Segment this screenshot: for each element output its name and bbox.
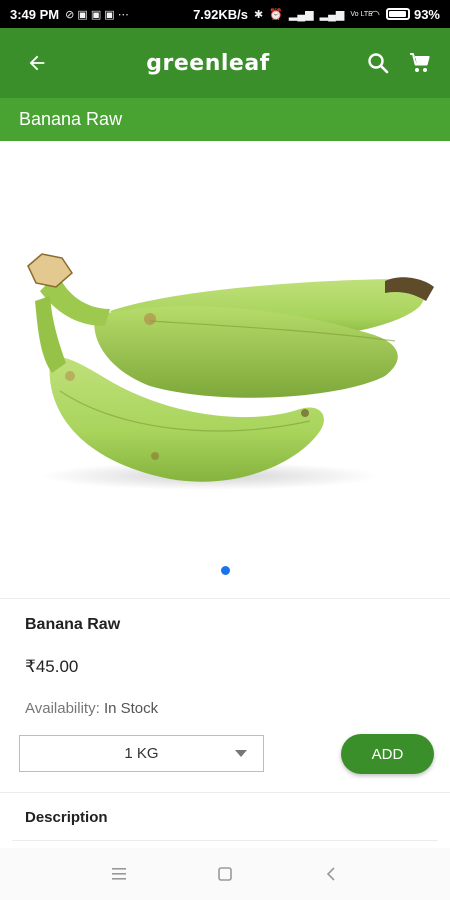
back-chevron-icon[interactable] [317, 860, 345, 888]
page-title-text: Banana Raw [19, 109, 123, 129]
banana-raw-image[interactable] [0, 141, 450, 561]
availability: Availability: In Stock [25, 700, 158, 717]
signal-icon-2: ▂▄▆ [319, 8, 345, 21]
description-title[interactable]: Description [25, 809, 108, 826]
battery-indicator: 93% [385, 6, 440, 22]
wifi-icon: ◠ [370, 8, 380, 21]
app-bar: greenleaf [0, 28, 450, 98]
battery-icon [385, 8, 410, 20]
status-bar: 3:49 PM ⊘ ▣ ▣ ▣ ⋯ 7.92KB/s ✱ ⏰ ▂▄▆ ▂▄▆ V… [0, 0, 450, 28]
alarm-icon: ⏰ [269, 8, 283, 21]
product-price: ₹45.00 [25, 657, 79, 676]
availability-label: Availability: [25, 700, 100, 717]
brand-logo: greenleaf [146, 50, 270, 76]
menu-icon[interactable] [105, 860, 133, 888]
arrow-left-icon[interactable] [22, 48, 52, 78]
divider [0, 598, 450, 599]
bluetooth-icon: ✱ [254, 8, 264, 21]
network-speed: 7.92KB/s [193, 6, 248, 22]
add-to-cart-button[interactable]: ADD [341, 734, 434, 774]
app-bar-actions [364, 49, 434, 77]
battery-percent: 93% [413, 6, 440, 22]
product-name: Banana Raw [25, 616, 121, 633]
signal-icon: ▂▄▆ [288, 8, 314, 21]
notification-icons: ⊘ ▣ ▣ ▣ ⋯ [65, 8, 129, 21]
quantity-selected: 1 KG [124, 745, 159, 762]
cart-icon[interactable] [406, 49, 434, 77]
page-title: Banana Raw [0, 98, 450, 141]
availability-value: In Stock [103, 700, 159, 717]
carousel-dot-active[interactable] [220, 566, 230, 575]
divider [12, 840, 438, 841]
quantity-select[interactable]: 1 KG [19, 735, 264, 772]
volte-badge: Vo LTE [350, 10, 373, 18]
system-nav-bar [0, 848, 450, 900]
home-square-icon[interactable] [211, 860, 239, 888]
image-carousel-dots [0, 566, 450, 575]
divider [0, 792, 450, 793]
status-time: 3:49 PM [10, 6, 60, 22]
battery-fill [388, 11, 406, 17]
search-icon[interactable] [364, 49, 392, 77]
dropdown-caret-icon [235, 750, 247, 757]
